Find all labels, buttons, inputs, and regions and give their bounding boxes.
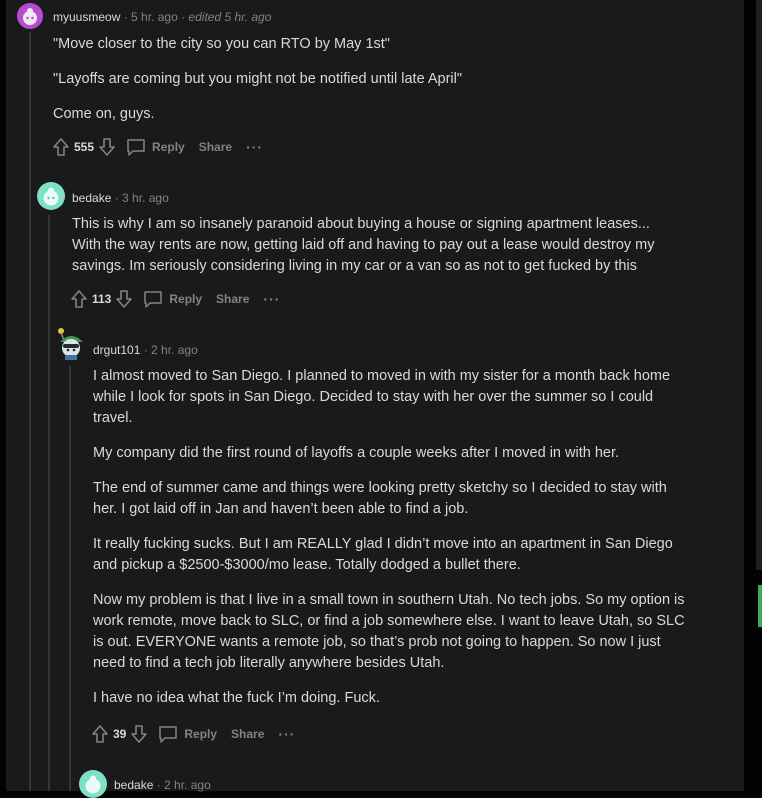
thread-line[interactable] — [69, 366, 71, 791]
comment-bubble-icon — [127, 139, 145, 156]
more-options-icon[interactable]: ··· — [278, 726, 295, 742]
more-options-icon[interactable]: ··· — [246, 139, 263, 155]
comment-paragraph: Now my problem is that I live in a small… — [93, 592, 685, 671]
downvote-icon[interactable] — [98, 137, 116, 157]
downvote-icon[interactable] — [130, 724, 148, 744]
avatar[interactable] — [37, 182, 65, 210]
comment-body: I almost moved to San Diego. I planned t… — [93, 366, 693, 723]
more-label: ··· — [246, 139, 264, 155]
comment-meta: bedake · 2 hr. ago — [114, 778, 211, 792]
comment-paragraph: I have no idea what the fuck I’m doing. … — [93, 690, 380, 706]
comment-paragraph: "Layoffs are coming but you might not be… — [53, 71, 463, 87]
scrollbar-track[interactable] — [756, 0, 762, 570]
more-label: ··· — [278, 726, 296, 742]
share-label: Share — [198, 140, 233, 154]
avatar[interactable] — [56, 326, 86, 360]
reply-button[interactable]: Reply — [158, 725, 217, 743]
reply-label: Reply — [169, 292, 203, 306]
comment-actions: 555 Reply Share ··· — [52, 135, 277, 159]
share-label: Share — [216, 292, 250, 306]
timestamp[interactable]: · 2 hr. ago — [157, 778, 211, 792]
snoo-avatar-icon — [43, 187, 59, 206]
comment-paragraph: I almost moved to San Diego. I planned t… — [93, 368, 671, 426]
share-button[interactable]: Share — [231, 727, 264, 741]
thread-line[interactable] — [48, 215, 50, 791]
comment-body: "Move closer to the city so you can RTO … — [53, 34, 693, 139]
vote-score: 555 — [74, 140, 95, 154]
comment-paragraph: Come on, guys. — [53, 106, 155, 122]
vote-score: 39 — [113, 727, 127, 741]
comment-paragraph: The end of summer came and things were l… — [93, 480, 667, 517]
username-link[interactable]: bedake — [72, 191, 111, 205]
comment-body: This is why I am so insanely paranoid ab… — [72, 214, 682, 291]
comment-actions: 113 Reply Share ··· — [70, 287, 294, 311]
comment-meta: bedake · 3 hr. ago — [72, 191, 169, 205]
upvote-icon[interactable] — [52, 137, 70, 157]
comment-meta: drgut101 · 2 hr. ago — [93, 343, 198, 357]
share-label: Share — [231, 727, 265, 741]
more-label: ··· — [263, 291, 281, 307]
comment-actions: 39 Reply Share ··· — [91, 722, 309, 746]
timestamp[interactable]: · 3 hr. ago — [115, 191, 169, 205]
edited-label: · edited 5 hr. ago — [181, 10, 272, 24]
reply-button[interactable]: Reply — [126, 138, 185, 156]
username-link[interactable]: myuusmeow — [53, 10, 120, 24]
more-options-icon[interactable]: ··· — [263, 291, 280, 307]
vote-score: 113 — [92, 292, 112, 306]
comment-bubble-icon — [159, 726, 178, 743]
timestamp[interactable]: · 5 hr. ago — [124, 10, 178, 24]
snoo-avatar-icon — [23, 8, 37, 25]
comment-paragraph: This is why I am so insanely paranoid ab… — [72, 216, 655, 274]
downvote-icon[interactable] — [115, 289, 133, 309]
reply-label: Reply — [152, 140, 185, 154]
comment-bubble-icon — [144, 291, 163, 308]
upvote-icon[interactable] — [91, 724, 109, 744]
username-link[interactable]: bedake — [114, 778, 153, 792]
scrollbar-accent[interactable] — [758, 585, 762, 627]
timestamp[interactable]: · 2 hr. ago — [144, 343, 198, 357]
custom-avatar-icon — [58, 328, 83, 360]
avatar[interactable] — [17, 3, 43, 29]
avatar[interactable] — [79, 770, 107, 798]
comment-paragraph: "Move closer to the city so you can RTO … — [53, 36, 390, 52]
share-button[interactable]: Share — [199, 140, 232, 154]
reply-label: Reply — [184, 727, 218, 741]
snoo-avatar-icon — [85, 775, 101, 794]
comment-meta: myuusmeow · 5 hr. ago · edited 5 hr. ago — [53, 10, 271, 24]
comment-paragraph: My company did the first round of layoff… — [93, 445, 620, 461]
reply-button[interactable]: Reply — [143, 290, 202, 308]
thread-line[interactable] — [29, 32, 31, 791]
comment-paragraph: It really fucking sucks. But I am REALLY… — [93, 536, 673, 573]
share-button[interactable]: Share — [216, 292, 249, 306]
upvote-icon[interactable] — [70, 289, 88, 309]
username-link[interactable]: drgut101 — [93, 343, 140, 357]
